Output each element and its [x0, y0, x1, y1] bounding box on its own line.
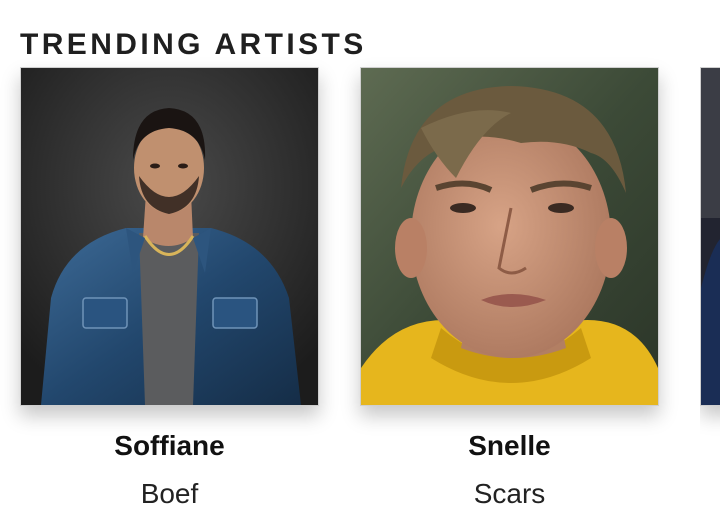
artist-photo-image	[21, 68, 318, 405]
artist-card[interactable]	[700, 67, 720, 507]
artist-photo[interactable]	[700, 67, 720, 406]
artist-card[interactable]: Snelle Scars	[360, 67, 659, 509]
artist-photo-image	[701, 68, 720, 405]
artist-photo[interactable]	[360, 67, 659, 406]
artist-card[interactable]: Soffiane Boef	[20, 67, 319, 509]
trending-artists-section: TRENDING ARTISTS Soffiane Boef Snelle Sc…	[0, 0, 720, 532]
artist-name[interactable]: Soffiane	[20, 429, 319, 463]
artist-name[interactable]: Snelle	[360, 429, 659, 463]
section-title: TRENDING ARTISTS	[20, 28, 367, 61]
artist-photo[interactable]	[20, 67, 319, 406]
artist-photo-image	[361, 68, 658, 405]
artist-track[interactable]: Boef	[20, 477, 319, 511]
artist-track[interactable]: Scars	[360, 477, 659, 511]
